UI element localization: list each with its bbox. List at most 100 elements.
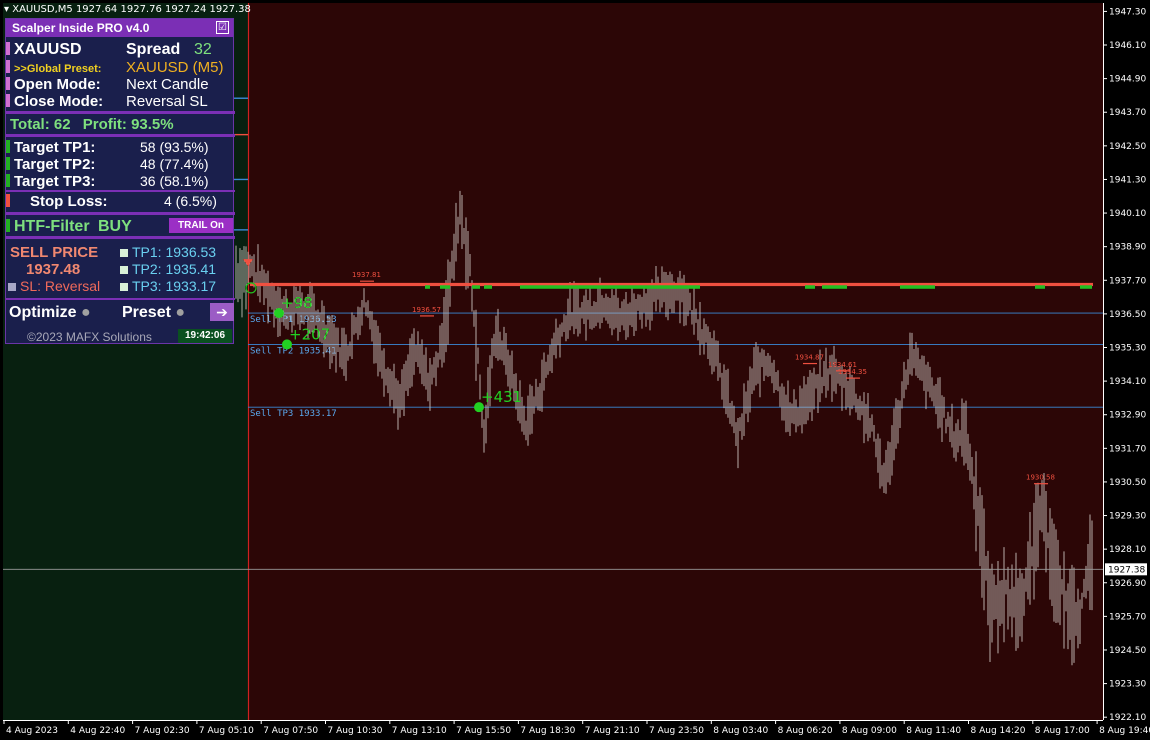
time-tick-label: 7 Aug 07:50 [263, 726, 318, 736]
chart-menu-icon[interactable]: ▾ [4, 4, 9, 15]
price-annotation: 1937.81 [352, 271, 381, 279]
sell-price-value: 1937.48 [26, 261, 81, 278]
price-tick-label: 1932.90 [1109, 411, 1146, 421]
svg-text:1927.38: 1927.38 [1108, 565, 1145, 575]
time-tick-label: 8 Aug 14:20 [971, 726, 1026, 736]
htf-label: HTF-Filter [14, 218, 90, 235]
time-tick-label: 8 Aug 17:00 [1035, 726, 1090, 736]
tp1-label: Target TP1: [14, 139, 96, 156]
symbol-name: XAUUSD [14, 41, 82, 58]
tp3-value: 36 (58.1%) [140, 173, 209, 189]
price-tick-label: 1928.10 [1109, 545, 1146, 555]
stats-row: Total: 62 Profit: 93.5% [6, 116, 239, 133]
symbol-quote: XAUUSD,M5 1927.64 1927.76 1927.24 1927.3… [12, 4, 251, 15]
optimize-button[interactable]: Optimize ● [9, 304, 91, 321]
price-tick-label: 1922.10 [1109, 713, 1146, 723]
sell-price-label-row: SELL PRICE TP1: 1936.53 [6, 244, 235, 261]
price-tick-label: 1935.30 [1109, 343, 1146, 353]
action-row: Optimize ● Preset ● [6, 304, 235, 322]
price-tick-label: 1925.70 [1109, 612, 1146, 622]
preset-button[interactable]: Preset ● [122, 304, 185, 322]
trail-button[interactable]: TRAIL On [169, 218, 233, 233]
symbol-row: XAUUSD Spread 32 [6, 41, 235, 59]
time-tick-label: 8 Aug 09:00 [842, 726, 897, 736]
htf-value: BUY [98, 218, 132, 235]
separator [6, 298, 235, 300]
preset-label: >>Global Preset: [14, 63, 102, 75]
panel-title: Scalper Inside PRO v4.0 [6, 19, 233, 37]
sell-price-label: SELL PRICE [10, 244, 99, 261]
tp1-price: TP1: 1936.53 [132, 244, 217, 260]
buy-signal-segment [484, 285, 492, 289]
price-tick-label: 1930.50 [1109, 478, 1146, 488]
close-mode-label: Close Mode: [14, 93, 104, 110]
total-count: Total: 62 [10, 116, 71, 133]
close-mode-row: Close Mode: Reversal SL [6, 93, 235, 110]
tp3-row: Target TP3: 36 (58.1%) [6, 173, 235, 190]
time-tick-label: 7 Aug 18:30 [520, 726, 575, 736]
open-mode-value: Next Candle [126, 76, 209, 93]
price-tick-label: 1941.30 [1109, 175, 1146, 185]
separator [6, 134, 235, 137]
tp1-row: Target TP1: 58 (93.5%) [6, 139, 235, 156]
close-mode-value: Reversal SL [126, 93, 208, 110]
buy-signal-segment [822, 285, 847, 289]
sl-reversal: SL: Reversal [20, 278, 101, 294]
time-tick-label: 7 Aug 15:50 [456, 726, 511, 736]
spread-label: Spread [126, 41, 181, 58]
time-tick-label: 7 Aug 13:10 [392, 726, 447, 736]
sell-price-value-row: 1937.48 TP2: 1935.41 [6, 261, 235, 278]
stop-loss-row: Stop Loss: 4 (6.5%) [6, 193, 235, 210]
buy-signal-segment [520, 285, 700, 289]
buy-signal-segment [1035, 285, 1045, 289]
preset-value: XAUUSD (M5) [126, 59, 224, 76]
tp2-value: 48 (77.4%) [140, 156, 209, 172]
buy-signal-segment [805, 285, 815, 289]
price-tick-label: 1947.30 [1109, 7, 1146, 17]
price-tick-label: 1938.90 [1109, 243, 1146, 253]
panel-checkbox[interactable]: ☑ [216, 21, 229, 34]
buy-signal-segment [900, 285, 935, 289]
preset-row: >>Global Preset: XAUUSD (M5) [6, 59, 235, 76]
price-tick-label: 1934.10 [1109, 377, 1146, 387]
price-tick-label: 1937.70 [1109, 276, 1146, 286]
tp2-label: Target TP2: [14, 156, 96, 173]
spread-value: 32 [194, 41, 212, 58]
price-tick-label: 1943.70 [1109, 108, 1146, 118]
open-mode-label: Open Mode: [14, 76, 101, 93]
buy-signal-segment [472, 285, 480, 289]
separator [6, 190, 235, 192]
tp3-price: TP3: 1933.17 [132, 278, 217, 294]
time-tick-label: 8 Aug 19:40 [1099, 726, 1150, 736]
time-tick-label: 7 Aug 10:30 [328, 726, 383, 736]
metatrader-chart-window: Sell TP1 1936.53 Sell TP2 1935.41 Sell TP3… [0, 0, 1150, 740]
time-tick-label: 4 Aug 22:40 [70, 726, 125, 736]
price-annotation: 1934.87 [795, 354, 824, 362]
price-tick-label: 1944.90 [1109, 75, 1146, 85]
time-tick-label: 8 Aug 11:40 [906, 726, 961, 736]
price-annotation: 1936.57 [412, 306, 441, 314]
stop-loss-value: 4 (6.5%) [164, 193, 217, 209]
stop-loss-label: Stop Loss: [30, 193, 108, 210]
buy-signal-segment [425, 285, 430, 289]
tp-hit-label: +431 [481, 388, 522, 406]
tp2-row: Target TP2: 48 (77.4%) [6, 156, 235, 173]
separator [6, 236, 235, 239]
price-tick-label: 1923.30 [1109, 680, 1146, 690]
scalper-panel: Scalper Inside PRO v4.0 ☑ XAUUSD Spread … [5, 18, 235, 344]
open-mode-row: Open Mode: Next Candle [6, 76, 235, 93]
price-tick-label: 1931.70 [1109, 444, 1146, 454]
tp-hit-label: +207 [289, 325, 330, 343]
tp-hit-label: +98 [281, 294, 313, 312]
tp1-value: 58 (93.5%) [140, 139, 209, 155]
price-tick-label: 1936.50 [1109, 310, 1146, 320]
price-tick-label: 1940.10 [1109, 209, 1146, 219]
buy-signal-segment [1080, 285, 1092, 289]
time-tick-label: 8 Aug 03:40 [713, 726, 768, 736]
price-annotation: 1930.58 [1026, 474, 1055, 482]
tp3-label: Target TP3: [14, 173, 96, 190]
time-tick-label: 7 Aug 21:10 [585, 726, 640, 736]
separator [6, 111, 235, 114]
arrow-right-icon[interactable]: ➔ [210, 303, 234, 321]
time-tick-label: 4 Aug 2023 [6, 726, 58, 736]
